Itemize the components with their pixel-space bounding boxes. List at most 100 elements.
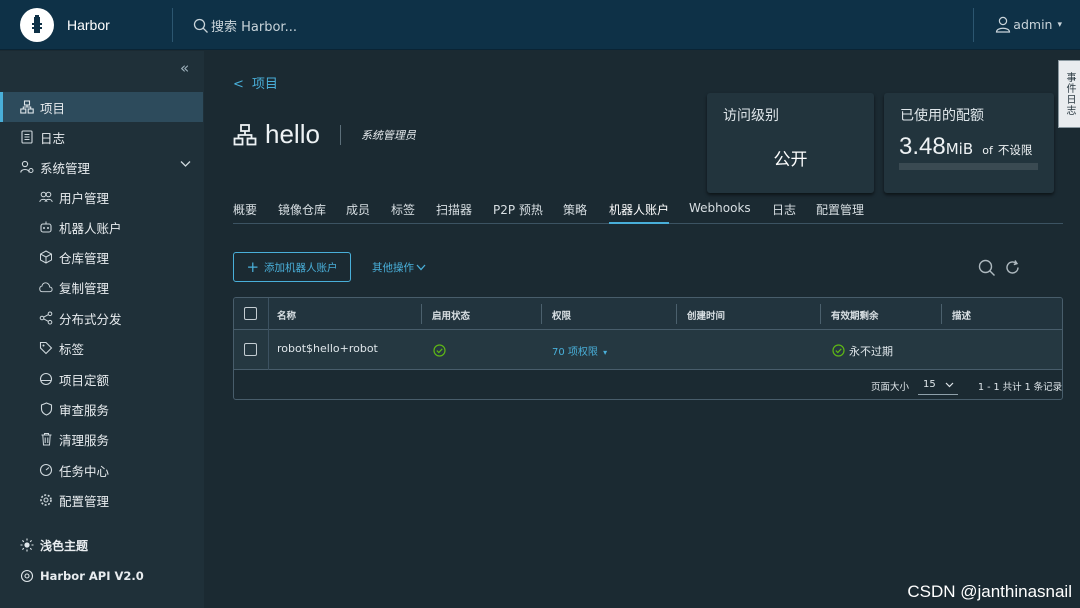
- tab-labels[interactable]: 标签: [391, 201, 415, 224]
- header-created[interactable]: 创建时间: [687, 308, 725, 322]
- sidebar-item-label: 日志: [40, 130, 66, 146]
- sidebar-item-users[interactable]: 用户管理: [0, 182, 203, 212]
- check-circle-icon: [832, 344, 845, 357]
- sidebar-item-interrogation[interactable]: 审查服务: [0, 394, 203, 424]
- tab-members[interactable]: 成员: [346, 201, 370, 224]
- theme-toggle[interactable]: 浅色主题: [0, 530, 203, 560]
- add-robot-label: 添加机器人账户: [264, 261, 338, 274]
- sidebar-item-registries[interactable]: 仓库管理: [0, 242, 203, 272]
- column-divider: [268, 298, 269, 330]
- breadcrumb[interactable]: < 项目: [233, 73, 278, 92]
- column-divider: [421, 304, 422, 324]
- user-name[interactable]: admin: [1013, 17, 1052, 32]
- global-search[interactable]: 搜索 Harbor...: [193, 16, 297, 35]
- table-row[interactable]: robot$hello+robot 70 项权限 ▾ 永不过期: [234, 330, 1062, 370]
- select-all-checkbox[interactable]: [244, 307, 257, 320]
- tab-repositories[interactable]: 镜像仓库: [278, 201, 326, 224]
- gauge-icon: [39, 463, 53, 477]
- quota-icon: [39, 372, 53, 386]
- tab-policy[interactable]: 策略: [563, 201, 587, 224]
- quota-used-value: 3.48: [899, 133, 946, 160]
- projects-icon: [20, 100, 34, 114]
- search-placeholder[interactable]: 搜索 Harbor...: [211, 16, 297, 35]
- tab-logs[interactable]: 日志: [772, 201, 796, 224]
- header-expires[interactable]: 有效期剩余: [831, 308, 879, 322]
- sidebar-item-cleanup[interactable]: 清理服务: [0, 424, 203, 454]
- access-level-value: 公开: [773, 150, 808, 170]
- quota-limit: 不设限: [997, 143, 1033, 157]
- row-checkbox[interactable]: [244, 343, 257, 356]
- chevron-down-icon: [180, 161, 191, 167]
- header-enabled[interactable]: 启用状态: [432, 308, 470, 322]
- gear-icon: [39, 493, 53, 507]
- header-description[interactable]: 描述: [952, 308, 971, 322]
- column-divider: [268, 330, 269, 370]
- tab-summary[interactable]: 概要: [233, 201, 257, 224]
- watermark: CSDN @janthinasnail: [907, 582, 1072, 601]
- user-menu[interactable]: admin ▾: [995, 16, 1062, 33]
- refresh-icon[interactable]: [1004, 259, 1021, 276]
- chevron-down-icon: ▾: [1057, 19, 1062, 30]
- main-content: < 项目 hello 系统管理员 访问级别 公开 已使用的配额 3.48MiB o…: [204, 51, 1080, 608]
- sidebar-item-labels[interactable]: 标签: [0, 333, 203, 363]
- sidebar-item-label: 复制管理: [59, 280, 110, 296]
- page-size-select[interactable]: 15: [918, 374, 958, 395]
- column-divider: [676, 304, 677, 324]
- sidebar-item-robot-accounts[interactable]: 机器人账户: [0, 212, 203, 242]
- app-title[interactable]: Harbor: [67, 17, 110, 33]
- api-explorer-link[interactable]: Harbor API V2.0: [0, 561, 203, 591]
- shield-icon: [39, 402, 53, 416]
- page-title: hello 系统管理员: [233, 119, 416, 150]
- distribution-icon: [39, 311, 53, 325]
- tab-webhooks[interactable]: Webhooks: [689, 201, 751, 224]
- sidebar-item-label: 项目定额: [59, 372, 110, 388]
- sidebar-item-admin[interactable]: 系统管理: [0, 152, 203, 182]
- project-role: 系统管理员: [360, 128, 416, 142]
- breadcrumb-link[interactable]: 项目: [252, 77, 278, 92]
- sidebar-item-replication[interactable]: 复制管理: [0, 272, 203, 302]
- sidebar-item-quotas[interactable]: 项目定额: [0, 364, 203, 394]
- robot-accounts-table: 名称 启用状态 权限 创建时间 有效期剩余 描述 robot$hello+rob…: [233, 297, 1063, 400]
- header-permissions[interactable]: 权限: [552, 308, 571, 322]
- access-level-card: 访问级别 公开: [707, 93, 874, 193]
- page-size-value: 15: [923, 379, 936, 390]
- sidebar-item-label: 清理服务: [59, 432, 110, 448]
- other-actions-dropdown[interactable]: 其他操作: [372, 260, 426, 275]
- tab-configuration[interactable]: 配置管理: [816, 201, 864, 224]
- admin-icon: [20, 160, 34, 174]
- collapse-sidebar-icon[interactable]: «: [180, 59, 189, 77]
- page-size-label: 页面大小: [871, 382, 910, 393]
- sidebar-item-label: 用户管理: [59, 190, 110, 206]
- sidebar-item-job-service[interactable]: 任务中心: [0, 455, 203, 485]
- permissions-dropdown[interactable]: 70 项权限 ▾: [552, 343, 607, 358]
- harbor-logo-icon[interactable]: [20, 7, 54, 42]
- tab-robot-accounts[interactable]: 机器人账户: [609, 201, 670, 224]
- api-icon: [20, 569, 34, 583]
- users-icon: [39, 190, 53, 204]
- sidebar-item-label: 项目: [40, 100, 66, 116]
- tab-scanner[interactable]: 扫描器: [436, 201, 472, 224]
- replication-icon: [39, 280, 53, 294]
- column-divider: [820, 304, 821, 324]
- column-divider: [541, 304, 542, 324]
- event-log-tab[interactable]: 事件日志: [1058, 60, 1080, 128]
- access-level-label: 访问级别: [723, 108, 779, 124]
- add-robot-account-button[interactable]: + 添加机器人账户: [233, 252, 351, 282]
- sidebar-item-configuration[interactable]: 配置管理: [0, 485, 203, 515]
- sidebar-item-distribution[interactable]: 分布式分发: [0, 303, 203, 333]
- robot-name: robot$hello+robot: [277, 342, 378, 355]
- sidebar-item-logs[interactable]: 日志: [0, 122, 203, 152]
- header-name[interactable]: 名称: [277, 308, 296, 322]
- search-icon[interactable]: [978, 259, 996, 277]
- check-circle-icon: [433, 344, 446, 357]
- tab-p2p-preheat[interactable]: P2P 预热: [493, 201, 543, 224]
- sidebar-item-projects[interactable]: 项目: [0, 92, 203, 122]
- table-footer: 页面大小 15 1 - 1 共计 1 条记录: [234, 370, 1062, 399]
- sidebar-item-label: 分布式分发: [59, 311, 122, 327]
- user-icon: [996, 16, 1011, 33]
- sidebar-item-label: 审查服务: [59, 402, 110, 418]
- registry-icon: [39, 250, 53, 264]
- header-divider: [973, 8, 974, 42]
- project-icon: [233, 123, 257, 145]
- other-actions-label: 其他操作: [372, 262, 414, 274]
